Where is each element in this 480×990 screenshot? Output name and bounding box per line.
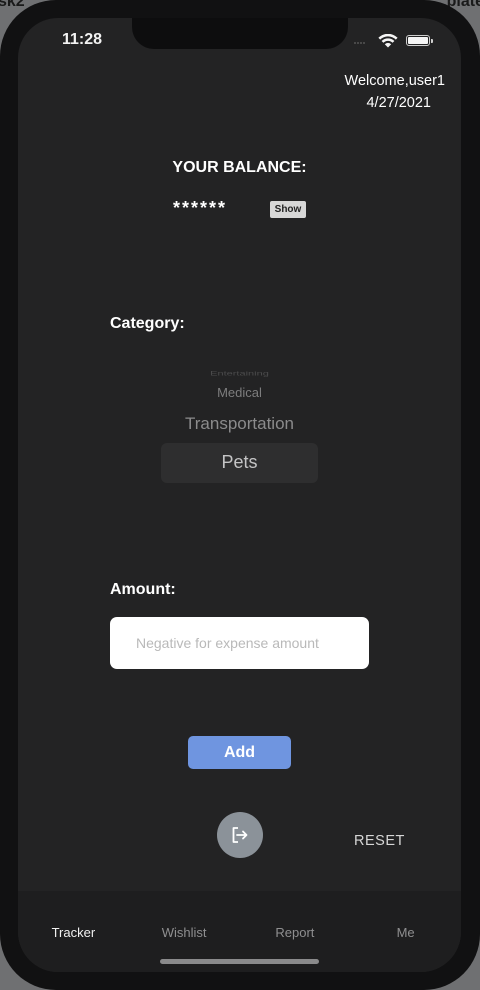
status-time: 11:28 <box>62 31 103 48</box>
category-picker[interactable]: Entertaining Medical Transportation Pets <box>18 363 461 503</box>
phone-frame: 11:28 Welcome,user1 4/27/2021 YOUR BALAN… <box>0 0 480 990</box>
tab-tracker[interactable]: Tracker <box>18 891 129 972</box>
amount-input[interactable] <box>110 617 369 669</box>
amount-label: Amount: <box>110 581 176 598</box>
show-balance-button[interactable]: Show <box>270 201 306 218</box>
welcome-text: Welcome,user1 <box>344 73 445 89</box>
add-button[interactable]: Add <box>188 736 291 769</box>
logout-button[interactable] <box>217 812 263 858</box>
home-indicator <box>160 959 319 964</box>
picker-option-selected[interactable]: Pets <box>18 452 461 473</box>
battery-icon <box>406 35 433 46</box>
app-screen: 11:28 Welcome,user1 4/27/2021 YOUR BALAN… <box>18 18 461 972</box>
category-label: Category: <box>110 315 185 332</box>
cellular-signal-icon <box>354 42 366 45</box>
balance-masked-value: ****** <box>173 198 228 218</box>
notch <box>132 18 348 49</box>
picker-option[interactable]: Entertaining <box>18 371 461 378</box>
tab-me[interactable]: Me <box>350 891 461 972</box>
date-text: 4/27/2021 <box>366 95 431 111</box>
picker-option[interactable]: Transportation <box>18 414 461 434</box>
picker-option[interactable]: Medical <box>18 385 461 400</box>
balance-title: YOUR BALANCE: <box>172 159 307 176</box>
logout-icon <box>232 827 248 843</box>
wifi-icon <box>378 34 398 48</box>
reset-button[interactable]: RESET <box>354 833 405 849</box>
background-window-title-left: sk2 <box>0 0 25 10</box>
